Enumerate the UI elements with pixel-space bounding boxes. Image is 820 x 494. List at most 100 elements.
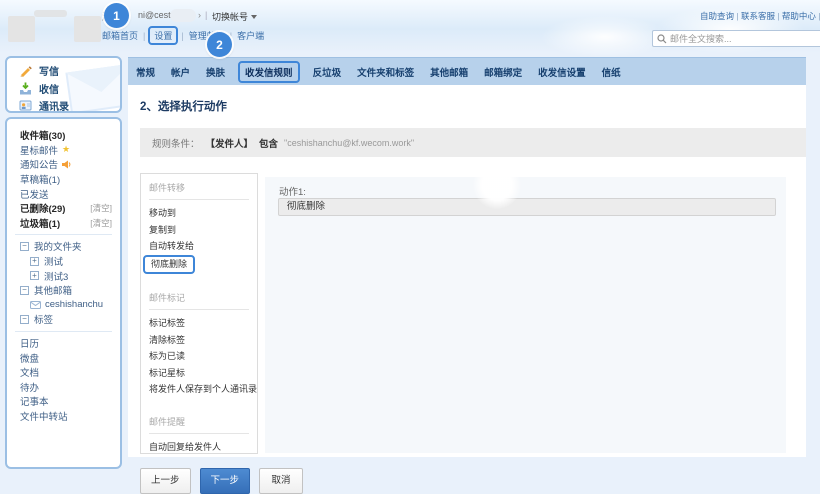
- app-todo[interactable]: 待办: [7, 380, 120, 395]
- folder-inbox[interactable]: 收件箱(30): [7, 128, 120, 143]
- app-drive[interactable]: 微盘: [7, 350, 120, 365]
- link-contact-support[interactable]: 联系客服: [741, 11, 782, 21]
- action-clear-label[interactable]: 清除标签: [149, 332, 257, 349]
- next-step-button[interactable]: 下一步: [200, 468, 251, 494]
- receive-mail-button[interactable]: 收信: [7, 80, 120, 98]
- rule-value: "ceshishanchu@kf.wecom.work": [284, 138, 414, 148]
- folder-announcements[interactable]: 通知公告: [7, 157, 120, 172]
- action-add-label[interactable]: 标记标签: [149, 315, 257, 332]
- empty-folder-link[interactable]: [清空]: [90, 217, 112, 229]
- action-1-value-field[interactable]: 彻底删除: [278, 198, 776, 216]
- action-auto-reply[interactable]: 自动回复给发件人: [149, 439, 257, 456]
- mail-search-box: [652, 30, 820, 47]
- header-nav: 邮箱首页 | 设置 | 管理邮箱 | 客户端: [102, 27, 264, 44]
- pencil-icon: [19, 64, 32, 77]
- rule-operator: 包含: [259, 136, 278, 150]
- tab-mail-rules[interactable]: 收发信规则: [238, 61, 300, 83]
- app-file-transfer[interactable]: 文件中转站: [7, 409, 120, 424]
- action-copy-to[interactable]: 复制到: [149, 222, 257, 239]
- folder-starred[interactable]: 星标邮件★: [7, 143, 120, 158]
- compose-button[interactable]: 写信: [7, 62, 120, 80]
- tab-antispam[interactable]: 反垃圾: [313, 65, 342, 79]
- action-permanently-delete[interactable]: 彻底删除: [149, 255, 257, 272]
- separator: |: [205, 10, 207, 20]
- redacted-logo-block: [8, 16, 35, 42]
- action-save-sender[interactable]: 将发件人保存到个人通讯录: [149, 381, 257, 398]
- cloud-decoration: [540, 16, 670, 58]
- action-mark-star[interactable]: 标记星标: [149, 365, 257, 382]
- search-icon: [657, 34, 667, 44]
- main-content: 2、选择执行动作 规则条件： 【发件人】 包含 "ceshishanchu@kf…: [128, 85, 806, 457]
- link-help-center[interactable]: 帮助中心: [782, 11, 820, 21]
- tree-account-ceshishanchu[interactable]: ceshishanchu: [7, 298, 120, 313]
- chevron-down-icon: [251, 15, 257, 19]
- action-mark-read[interactable]: 标为已读: [149, 348, 257, 365]
- tree-labels[interactable]: 标签: [7, 312, 120, 327]
- action-move-to[interactable]: 移动到: [149, 205, 257, 222]
- envelope-icon: [30, 301, 41, 309]
- app-notes[interactable]: 记事本: [7, 394, 120, 409]
- tree-other-mailboxes[interactable]: 其他邮箱: [7, 283, 120, 298]
- annotation-step-2: 2: [207, 32, 232, 57]
- app-docs[interactable]: 文档: [7, 365, 120, 380]
- quick-links: 自助查询联系客服帮助中心退出: [700, 10, 820, 22]
- tree-my-folders[interactable]: 我的文件夹: [7, 239, 120, 254]
- wizard-footer: 上一步 下一步 取消: [140, 468, 303, 494]
- action-type-list: 邮件转移 移动到 复制到 自动转发给 彻底删除 邮件标记 标记标签 清除标签 标…: [140, 173, 258, 454]
- search-input[interactable]: [667, 34, 820, 44]
- tab-other-mailboxes[interactable]: 其他邮箱: [430, 65, 468, 79]
- empty-folder-link[interactable]: [清空]: [90, 202, 112, 214]
- tab-folders-labels[interactable]: 文件夹和标签: [357, 65, 414, 79]
- folder-spam[interactable]: 垃圾箱(1)[清空]: [7, 216, 120, 231]
- collapse-icon[interactable]: [20, 242, 29, 251]
- divider: [149, 199, 249, 200]
- tab-stationery[interactable]: 信纸: [602, 65, 621, 79]
- folder-sent[interactable]: 已发送: [7, 186, 120, 201]
- nav-settings[interactable]: 设置: [148, 26, 178, 45]
- contacts-button[interactable]: 通讯录: [7, 97, 120, 113]
- expand-icon[interactable]: [30, 271, 39, 280]
- tab-general[interactable]: 常规: [136, 65, 155, 79]
- expand-icon[interactable]: [30, 257, 39, 266]
- tree-folder-test[interactable]: 测试: [7, 254, 120, 269]
- folder-deleted[interactable]: 已删除(29)[清空]: [7, 201, 120, 216]
- app-calendar[interactable]: 日历: [7, 336, 120, 351]
- folder-drafts[interactable]: 草稿箱(1): [7, 172, 120, 187]
- nav-mail-home[interactable]: 邮箱首页: [102, 29, 138, 42]
- settings-tabbar: 常规 帐户 换肤 收发信规则 反垃圾 文件夹和标签 其他邮箱 邮箱绑定 收发信设…: [128, 57, 806, 85]
- account-email: ni@cest: [138, 10, 171, 20]
- divider: [15, 234, 112, 235]
- group-header-mail-mark: 邮件标记: [149, 288, 257, 309]
- action-detail-panel: 动作1: 彻底删除: [265, 177, 786, 453]
- receive-mail-icon: [19, 82, 32, 95]
- sidebar-folders-panel: 收件箱(30) 星标邮件★ 通知公告 草稿箱(1) 已发送 已删除(29)[清空…: [5, 117, 122, 469]
- rule-label: 规则条件：: [152, 136, 200, 150]
- tab-skin[interactable]: 换肤: [206, 65, 225, 79]
- action-1-label: 动作1:: [279, 184, 306, 198]
- redacted-blur-spot: [473, 161, 521, 209]
- cancel-button[interactable]: 取消: [259, 468, 303, 494]
- previous-step-button[interactable]: 上一步: [140, 468, 191, 494]
- tab-send-receive[interactable]: 收发信设置: [538, 65, 586, 79]
- redacted-email-blur: [170, 9, 196, 22]
- collapse-icon[interactable]: [20, 315, 29, 324]
- contacts-icon: [19, 99, 32, 112]
- link-self-service[interactable]: 自助查询: [700, 11, 741, 21]
- action-auto-forward[interactable]: 自动转发给: [149, 238, 257, 255]
- page-title: 2、选择执行动作: [140, 98, 227, 114]
- group-header-mail-move: 邮件转移: [149, 178, 257, 199]
- tab-account[interactable]: 帐户: [171, 65, 190, 79]
- star-icon: ★: [62, 144, 70, 155]
- redacted-logo-block: [74, 16, 101, 42]
- switch-account-link[interactable]: 切换帐号: [212, 10, 257, 23]
- group-header-mail-remind: 邮件提醒: [149, 412, 257, 433]
- annotation-step-1: 1: [104, 3, 129, 28]
- nav-client[interactable]: 客户端: [237, 29, 264, 42]
- redacted-text-blur: [34, 10, 67, 17]
- collapse-icon[interactable]: [20, 286, 29, 295]
- rule-condition-bar: 规则条件： 【发件人】 包含 "ceshishanchu@kf.wecom.wo…: [140, 128, 806, 157]
- tree-folder-test3[interactable]: 测试3: [7, 268, 120, 283]
- tab-mailbox-binding[interactable]: 邮箱绑定: [484, 65, 522, 79]
- speaker-icon: [62, 160, 72, 169]
- rule-field: 【发件人】: [206, 136, 254, 150]
